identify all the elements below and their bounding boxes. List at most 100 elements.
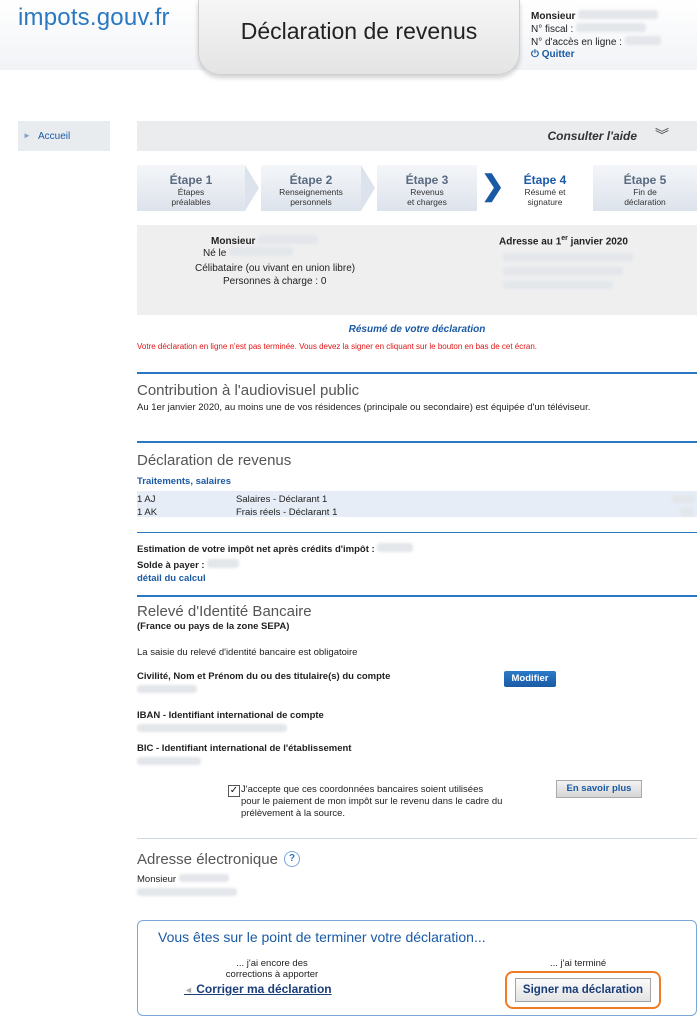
blurred-iban [137, 724, 287, 732]
blurred-fiscal [576, 23, 647, 32]
finished-text: ... j'ai terminé [550, 958, 607, 969]
finish-heading: Vous êtes sur le point de terminer votre… [158, 929, 486, 945]
holder-label: Civilité, Nom et Prénom du ou des titula… [137, 671, 391, 682]
step-number: Étape 5 [623, 173, 667, 187]
revenue-row-code: 1 AK [137, 507, 158, 518]
step-sub: signature [527, 197, 563, 207]
logo-domain: .gouv.fr [89, 4, 170, 31]
blurred-amount [672, 495, 694, 503]
blurred-name [178, 874, 229, 882]
identity-dependents: Personnes à charge : 0 [223, 276, 327, 287]
divider [137, 838, 697, 839]
user-info: Monsieur N° fiscal : N° d'accès en ligne… [531, 10, 661, 61]
correct-declaration-link[interactable]: ◄ Corriger ma déclaration [184, 982, 332, 996]
site-logo[interactable]: impots.gouv.fr [18, 4, 170, 32]
triangle-right-icon: ► [23, 131, 31, 140]
blurred-email [137, 888, 237, 896]
corrections-text: ... j'ai encore des corrections à apport… [225, 958, 319, 980]
modify-button[interactable]: Modifier [504, 671, 556, 687]
revenue-row-code: 1 AJ [137, 494, 156, 505]
blurred-amount [207, 559, 240, 568]
identity-box: Monsieur Né le Célibataire (ou vivant en… [137, 225, 697, 315]
access-label: N° d'accès en ligne : [531, 37, 622, 48]
divider [137, 532, 697, 533]
step-sub: Renseignements [279, 187, 343, 197]
blurred-birth [229, 247, 294, 256]
identity-name: Monsieur [211, 235, 319, 247]
step-number: Étape 3 [405, 173, 449, 187]
step-sub: Résumé et [524, 187, 566, 197]
step-sub: préalables [171, 197, 211, 207]
step-sub: et charges [407, 197, 447, 207]
user-name: Monsieur [531, 11, 576, 22]
section-title-email: Adresse électronique [137, 851, 278, 868]
step-3: Étape 3 Revenus et charges [377, 165, 477, 211]
blurred-name [578, 10, 659, 19]
step-separator [245, 165, 259, 211]
finish-box: Vous êtes sur le point de terminer votre… [137, 920, 697, 1016]
bic-label: BIC - Identifiant international de l'éta… [137, 743, 352, 754]
divider [137, 595, 697, 597]
step-number: Étape 2 [289, 173, 333, 187]
page-title: Déclaration de revenus [240, 18, 478, 44]
blurred-name [258, 235, 319, 244]
fiscal-label: N° fiscal : [531, 24, 574, 35]
learn-more-button[interactable]: En savoir plus [556, 780, 642, 798]
step-2: Étape 2 Renseignements personnels [261, 165, 361, 211]
rib-subtitle: (France ou pays de la zone SEPA) [137, 621, 290, 632]
identity-status: Célibataire (ou vivant en union libre) [195, 263, 356, 274]
step-sub: déclaration [624, 197, 666, 207]
revenue-row-label: Frais réels - Déclarant 1 [236, 507, 338, 518]
address-lines [503, 253, 633, 289]
help-circle-icon[interactable]: ? [284, 851, 300, 867]
step-number: Étape 4 [523, 173, 567, 187]
audiovisual-text: Au 1er janvier 2020, au moins une de vos… [137, 402, 591, 413]
sidebar-item-label: Accueil [38, 131, 71, 142]
rib-mandatory: La saisie du relevé d'identité bancaire … [137, 647, 358, 658]
step-sub: Fin de [633, 187, 657, 197]
help-label: Consulter l'aide [547, 129, 637, 143]
warning-message: Votre déclaration en ligne n'est pas ter… [137, 342, 538, 351]
section-title-rib: Relevé d'Identité Bancaire [137, 603, 312, 620]
balance-label: Solde à payer : [137, 559, 240, 571]
help-bar[interactable]: Consulter l'aide ︾ [137, 121, 697, 151]
divider [137, 441, 697, 443]
step-4: Étape 4 Résumé et signature [503, 165, 587, 211]
revenue-row-label: Salaires - Déclarant 1 [236, 494, 328, 505]
double-chevron-down-icon: ︾ [655, 127, 669, 143]
salaries-subtitle: Traitements, salaires [137, 476, 231, 487]
identity-birth: Né le [203, 247, 294, 259]
step-5: Étape 5 Fin de déclaration [593, 165, 697, 211]
step-sub: personnels [290, 197, 332, 207]
sign-button-highlight: Signer ma déclaration [505, 971, 661, 1009]
power-icon: ⏻ [531, 49, 539, 60]
iban-label: IBAN - Identifiant international de comp… [137, 710, 324, 721]
chevron-right-icon: ❯ [481, 170, 505, 201]
step-sub: Étapes [177, 187, 205, 197]
checkmark-icon: ✓ [229, 785, 239, 796]
consent-text: J'accepte que ces coordonnées bancaires … [241, 784, 503, 819]
quit-link[interactable]: ⏻ Quitter [531, 49, 661, 61]
section-title-audiovisual: Contribution à l'audiovisuel public [137, 382, 360, 399]
email-name: Monsieur [137, 874, 229, 885]
blurred-holder [137, 685, 197, 693]
address-title: Adresse au 1er janvier 2020 [499, 235, 628, 248]
estimate-label: Estimation de votre impôt net après créd… [137, 543, 414, 555]
correct-label: Corriger ma déclaration [196, 982, 332, 996]
divider [137, 372, 697, 374]
step-1: Étape 1 Étapes préalables [137, 165, 245, 211]
revenue-rows-bg [137, 491, 697, 517]
sidebar-item-home[interactable]: ► Accueil [18, 121, 110, 151]
blurred-bic [137, 757, 201, 765]
calculation-detail-link[interactable]: détail du calcul [137, 573, 206, 584]
step-sub: Revenus [410, 187, 444, 197]
summary-title: Résumé de votre déclaration [348, 324, 486, 335]
consent-checkbox[interactable]: ✓ [228, 785, 240, 797]
blurred-amount [377, 543, 414, 552]
step-progress: Étape 1 Étapes préalables Étape 2 Rensei… [137, 163, 697, 215]
blurred-amount [680, 508, 694, 516]
step-number: Étape 1 [169, 173, 213, 187]
sign-declaration-button[interactable]: Signer ma déclaration [515, 978, 651, 1002]
triangle-left-icon: ◄ [184, 985, 193, 995]
page-title-tab: Déclaration de revenus [198, 0, 520, 75]
